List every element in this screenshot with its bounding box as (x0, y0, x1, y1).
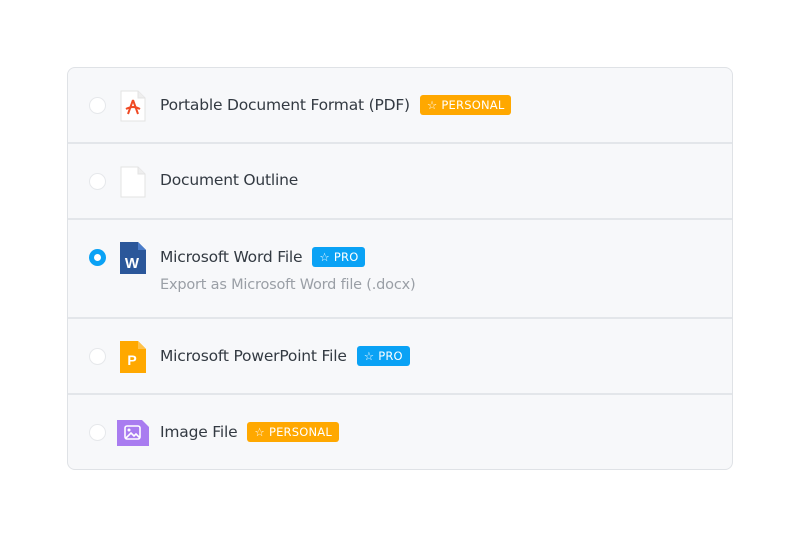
pro-badge: ☆PRO (357, 346, 410, 366)
pro-badge: ☆PRO (312, 247, 365, 267)
option-word[interactable]: W Microsoft Word File ☆PRO Export as Mic… (68, 220, 732, 319)
option-label: Portable Document Format (PDF) (160, 96, 410, 114)
svg-text:P: P (127, 352, 136, 368)
option-powerpoint[interactable]: P Microsoft PowerPoint File ☆PRO (68, 319, 732, 395)
personal-badge: ☆PERSONAL (247, 422, 339, 442)
radio-button[interactable] (89, 173, 106, 190)
personal-badge: ☆PERSONAL (420, 95, 512, 115)
radio-button[interactable] (89, 424, 106, 441)
option-label: Document Outline (160, 171, 298, 189)
option-label: Microsoft PowerPoint File (160, 347, 347, 365)
radio-button-selected[interactable] (89, 249, 106, 266)
image-file-icon (117, 420, 149, 446)
radio-button[interactable] (89, 348, 106, 365)
powerpoint-file-icon: P (120, 341, 146, 373)
word-file-icon: W (120, 242, 146, 274)
svg-text:W: W (125, 255, 140, 272)
option-outline[interactable]: Document Outline (68, 144, 732, 220)
option-description: Export as Microsoft Word file (.docx) (160, 277, 415, 293)
star-icon: ☆ (319, 250, 330, 264)
option-label: Image File (160, 423, 237, 441)
star-icon: ☆ (427, 98, 438, 112)
option-image[interactable]: Image File ☆PERSONAL (68, 395, 732, 470)
pdf-file-icon (120, 90, 146, 122)
export-format-list: Portable Document Format (PDF) ☆PERSONAL… (67, 67, 733, 470)
star-icon: ☆ (364, 349, 375, 363)
star-icon: ☆ (254, 425, 265, 439)
option-pdf[interactable]: Portable Document Format (PDF) ☆PERSONAL (68, 68, 732, 144)
radio-button[interactable] (89, 97, 106, 114)
blank-file-icon (120, 166, 146, 198)
option-label: Microsoft Word File (160, 248, 302, 266)
